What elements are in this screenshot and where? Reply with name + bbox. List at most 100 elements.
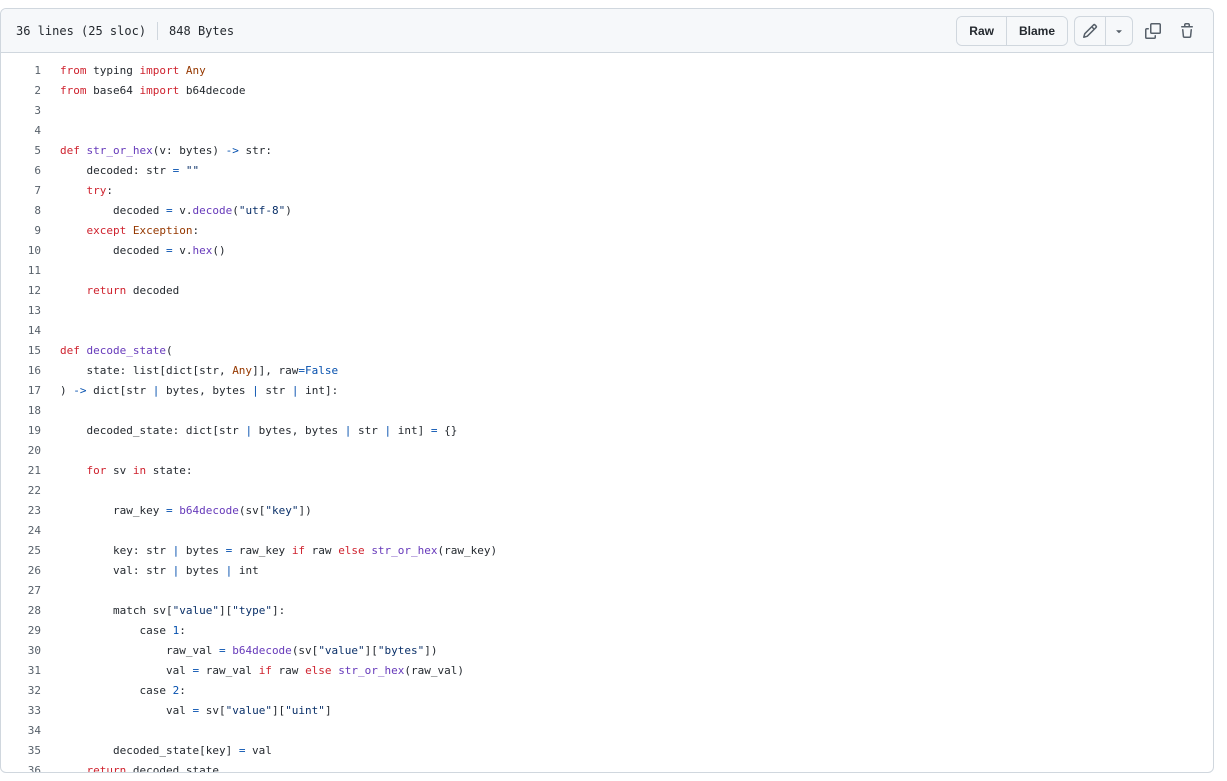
code-token: if bbox=[291, 544, 306, 557]
raw-button[interactable]: Raw bbox=[957, 16, 1006, 45]
copy-button[interactable] bbox=[1139, 17, 1167, 45]
file-actions: Raw Blame bbox=[956, 15, 1201, 46]
code-token: : bbox=[106, 184, 113, 197]
line-number[interactable]: 30 bbox=[1, 641, 60, 661]
line-number[interactable]: 6 bbox=[1, 161, 60, 181]
code-token: str bbox=[351, 424, 385, 437]
line-number[interactable]: 9 bbox=[1, 221, 60, 241]
line-number[interactable]: 22 bbox=[1, 481, 60, 501]
code-token: {} bbox=[437, 424, 458, 437]
code-line: 21 for sv in state: bbox=[1, 461, 1213, 481]
code-token: : bbox=[192, 224, 200, 237]
line-number[interactable]: 10 bbox=[1, 241, 60, 261]
line-number[interactable]: 18 bbox=[1, 401, 60, 421]
line-source: return decoded_state bbox=[60, 761, 219, 773]
line-number[interactable]: 21 bbox=[1, 461, 60, 481]
code-token: def bbox=[60, 344, 80, 357]
code-token: ]) bbox=[424, 644, 438, 657]
code-token: decoded bbox=[60, 244, 166, 257]
code-line: 16 state: list[dict[str, Any]], raw=Fals… bbox=[1, 361, 1213, 381]
code-token: b64decode bbox=[179, 84, 246, 97]
code-token: ( bbox=[165, 344, 173, 357]
code-token: int bbox=[232, 564, 259, 577]
code-token: (raw_val) bbox=[404, 664, 465, 677]
file-meta: 36 lines (25 sloc) 848 Bytes bbox=[16, 21, 234, 40]
code-token: try bbox=[86, 184, 107, 197]
delete-button[interactable] bbox=[1173, 17, 1201, 45]
line-number[interactable]: 11 bbox=[1, 261, 60, 281]
line-number[interactable]: 36 bbox=[1, 761, 60, 772]
line-number[interactable]: 15 bbox=[1, 341, 60, 361]
code-token: match sv[ bbox=[60, 604, 173, 617]
line-number[interactable]: 20 bbox=[1, 441, 60, 461]
line-number[interactable]: 23 bbox=[1, 501, 60, 521]
line-number[interactable]: 24 bbox=[1, 521, 60, 541]
line-number[interactable]: 27 bbox=[1, 581, 60, 601]
code-token: else bbox=[305, 664, 332, 677]
line-number[interactable]: 16 bbox=[1, 361, 60, 381]
code-token: ][ bbox=[364, 644, 378, 657]
line-number[interactable]: 14 bbox=[1, 321, 60, 341]
line-number[interactable]: 31 bbox=[1, 661, 60, 681]
line-source: from base64 import b64decode bbox=[60, 81, 245, 101]
line-number[interactable]: 5 bbox=[1, 141, 60, 161]
line-number[interactable]: 29 bbox=[1, 621, 60, 641]
code-token: bytes bbox=[179, 564, 226, 577]
line-source: state: list[dict[str, Any]], raw=False bbox=[60, 361, 338, 381]
triangle-down-icon bbox=[1113, 25, 1125, 37]
line-number[interactable]: 2 bbox=[1, 81, 60, 101]
code-token: import bbox=[139, 64, 180, 77]
line-number[interactable]: 32 bbox=[1, 681, 60, 701]
code-token: str bbox=[258, 384, 292, 397]
line-number[interactable]: 1 bbox=[1, 61, 60, 81]
code-token: sv[ bbox=[199, 704, 226, 717]
line-number[interactable]: 8 bbox=[1, 201, 60, 221]
code-line: 25 key: str | bytes = raw_key if raw els… bbox=[1, 541, 1213, 561]
line-number[interactable]: 12 bbox=[1, 281, 60, 301]
edit-dropdown-button[interactable] bbox=[1105, 16, 1132, 45]
edit-button[interactable] bbox=[1075, 17, 1105, 45]
line-number[interactable]: 19 bbox=[1, 421, 60, 441]
line-number[interactable]: 35 bbox=[1, 741, 60, 761]
line-source: val = raw_val if raw else str_or_hex(raw… bbox=[60, 661, 464, 681]
code-token: val bbox=[245, 744, 272, 757]
code-token: raw_val bbox=[60, 644, 219, 657]
line-source: from typing import Any bbox=[60, 61, 206, 81]
code-token: int] bbox=[391, 424, 431, 437]
line-number[interactable]: 7 bbox=[1, 181, 60, 201]
code-token: if bbox=[258, 664, 272, 677]
code-line: 35 decoded_state[key] = val bbox=[1, 741, 1213, 761]
line-number[interactable]: 34 bbox=[1, 721, 60, 741]
line-source: match sv["value"]["type"]: bbox=[60, 601, 285, 621]
code-token: key: str bbox=[60, 544, 173, 557]
line-number[interactable]: 26 bbox=[1, 561, 60, 581]
code-token: except bbox=[86, 224, 127, 237]
code-line: 9 except Exception: bbox=[1, 221, 1213, 241]
code-token: v. bbox=[172, 204, 193, 217]
code-token: decoded: str bbox=[60, 164, 173, 177]
code-token: str_or_hex bbox=[86, 144, 153, 157]
line-source: def str_or_hex(v: bytes) -> str: bbox=[60, 141, 272, 161]
code-line: 4 bbox=[1, 121, 1213, 141]
code-token: str_or_hex bbox=[338, 664, 405, 677]
line-source: raw_val = b64decode(sv["value"]["bytes"]… bbox=[60, 641, 438, 661]
code-line: 15 def decode_state( bbox=[1, 341, 1213, 361]
blame-button[interactable]: Blame bbox=[1005, 16, 1067, 45]
line-number[interactable]: 4 bbox=[1, 121, 60, 141]
line-number[interactable]: 28 bbox=[1, 601, 60, 621]
line-source: val = sv["value"]["uint"] bbox=[60, 701, 332, 721]
line-number[interactable]: 25 bbox=[1, 541, 60, 561]
line-number[interactable]: 17 bbox=[1, 381, 60, 401]
code-token: typing bbox=[86, 64, 140, 77]
code-token: str: bbox=[238, 144, 272, 157]
line-number[interactable]: 13 bbox=[1, 301, 60, 321]
line-number[interactable]: 33 bbox=[1, 701, 60, 721]
line-number[interactable]: 3 bbox=[1, 101, 60, 121]
code-token: decoded_state bbox=[126, 764, 219, 773]
code-token: bytes bbox=[179, 544, 226, 557]
code-token: = bbox=[165, 244, 173, 257]
code-token: "utf-8" bbox=[238, 204, 286, 217]
